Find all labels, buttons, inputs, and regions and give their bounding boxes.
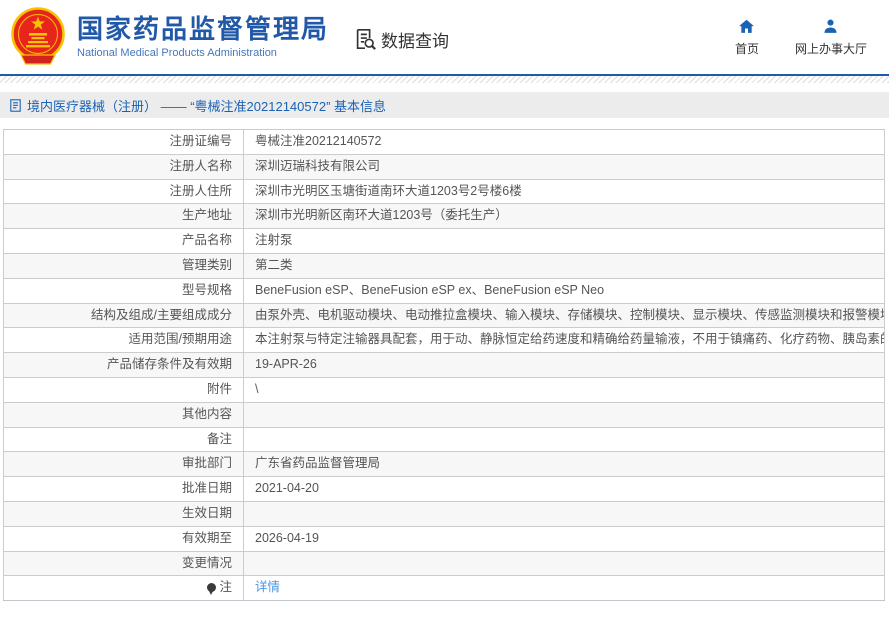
home-icon [738, 18, 755, 35]
row-label: 审批部门 [3, 451, 244, 478]
nav-online-hall-label: 网上办事大厅 [794, 41, 867, 56]
row-value: 深圳市光明区玉塘街道南环大道1203号2号楼6楼 [243, 178, 885, 205]
row-value: 本注射泵与特定注输器具配套，用于动、静脉恒定给药速度和精确给药量输液，不用于镇痛… [243, 327, 885, 354]
row-value: 2021-04-20 [243, 476, 885, 502]
data-query-label: 数据查询 [381, 31, 450, 51]
brand-block: 国家药品监督管理局 National Medical Products Admi… [77, 15, 329, 59]
table-row: 其他内容 [3, 401, 885, 428]
row-label: 注册人住所 [3, 178, 244, 205]
row-label: 注册证编号 [3, 129, 244, 155]
breadcrumb: 境内医疗器械（注册） —— “粤械注准20212140572” 基本信息 [0, 92, 889, 118]
table-row: 生产地址 深圳市光明新区南环大道1203号（委托生产） [3, 203, 885, 230]
table-row: 审批部门 广东省药品监督管理局 [3, 451, 885, 478]
row-value: 粤械注准20212140572 [243, 129, 885, 155]
row-label: 产品储存条件及有效期 [3, 352, 244, 378]
table-row: 注册人名称 深圳迈瑞科技有限公司 [3, 153, 885, 180]
registration-info-table: 注册证编号 粤械注准20212140572 注册人名称 深圳迈瑞科技有限公司 注册人住所… [3, 129, 885, 602]
row-label: 生效日期 [3, 500, 244, 527]
breadcrumb-text: 境内医疗器械（注册） —— “粤械注准20212140572” 基本信息 [27, 98, 387, 114]
row-label: 附件 [3, 376, 244, 403]
row-label: 结构及组成/主要组成成分 [3, 302, 244, 329]
table-row: 管理类别 第二类 [3, 252, 885, 279]
site-subtitle: National Medical Products Administration [77, 46, 277, 59]
row-value: 第二类 [243, 252, 885, 279]
row-label: 适用范围/预期用途 [3, 327, 244, 354]
page-header: 国家药品监督管理局 National Medical Products Admi… [0, 0, 889, 74]
nav-online-hall[interactable]: 网上办事大厅 [795, 18, 867, 57]
row-label: 批准日期 [3, 476, 244, 502]
row-label: 备注 [3, 426, 244, 453]
table-row: 注详情 [3, 575, 885, 602]
row-value: 2026-04-19 [243, 525, 885, 552]
national-emblem-logo [8, 6, 68, 68]
nav-home[interactable]: 首页 [735, 18, 759, 57]
table-row: 有效期至 2026-04-19 [3, 525, 885, 552]
table-row: 结构及组成/主要组成成分 由泵外壳、电机驱动模块、电动推拉盒模块、输入模块、存储模… [3, 302, 885, 329]
header-hatch-band [0, 76, 889, 83]
row-label: 生产地址 [3, 203, 244, 230]
row-value: 19-APR-26 [243, 352, 885, 378]
table-row: 生效日期 [3, 500, 885, 527]
row-label: 型号规格 [3, 277, 244, 304]
row-value: BeneFusion eSP、BeneFusion eSP ex、BeneFus… [243, 277, 885, 304]
table-row: 附件 \ [3, 376, 885, 403]
row-value: \ [243, 376, 885, 403]
row-label: 注 [3, 575, 244, 602]
detail-link[interactable]: 详情 [255, 580, 280, 594]
table-row: 批准日期 2021-04-20 [3, 476, 885, 502]
data-query-section[interactable]: 数据查询 [353, 27, 449, 52]
note-icon [207, 583, 217, 596]
table-row: 变更情况 [3, 550, 885, 577]
row-label: 变更情况 [3, 550, 244, 577]
table-row: 注册证编号 粤械注准20212140572 [3, 129, 885, 155]
table-row: 产品储存条件及有效期 19-APR-26 [3, 352, 885, 378]
row-value: 深圳迈瑞科技有限公司 [243, 153, 885, 180]
nav-home-label: 首页 [734, 41, 759, 56]
table-row: 型号规格 BeneFusion eSP、BeneFusion eSP ex、Ben… [3, 277, 885, 304]
row-value [243, 426, 885, 453]
row-value: 注射泵 [243, 228, 885, 254]
data-query-icon [353, 27, 377, 51]
row-label: 有效期至 [3, 525, 244, 552]
row-label: 其他内容 [3, 401, 244, 428]
table-row: 适用范围/预期用途 本注射泵与特定注输器具配套，用于动、静脉恒定给药速度和精确给药… [3, 327, 885, 354]
row-label: 产品名称 [3, 228, 244, 254]
row-label: 管理类别 [3, 252, 244, 279]
info-table-body: 注册证编号 粤械注准20212140572 注册人名称 深圳迈瑞科技有限公司 注册人住所… [3, 129, 885, 602]
header-nav: 首页 网上办事大厅 [735, 18, 867, 57]
document-icon [10, 98, 21, 112]
row-value: 深圳市光明新区南环大道1203号（委托生产） [243, 203, 885, 230]
site-title: 国家药品监督管理局 [77, 14, 330, 45]
table-row: 注册人住所 深圳市光明区玉塘街道南环大道1203号2号楼6楼 [3, 178, 885, 205]
table-row: 备注 [3, 426, 885, 453]
row-value [243, 500, 885, 527]
row-label: 注册人名称 [3, 153, 244, 180]
row-value: 详情 [243, 575, 885, 602]
row-value: 广东省药品监督管理局 [243, 451, 885, 478]
table-row: 产品名称 注射泵 [3, 228, 885, 254]
person-icon [822, 18, 839, 35]
row-value [243, 401, 885, 428]
row-value: 由泵外壳、电机驱动模块、电动推拉盒模块、输入模块、存储模块、控制模块、显示模块、… [243, 302, 885, 329]
row-value [243, 550, 885, 577]
